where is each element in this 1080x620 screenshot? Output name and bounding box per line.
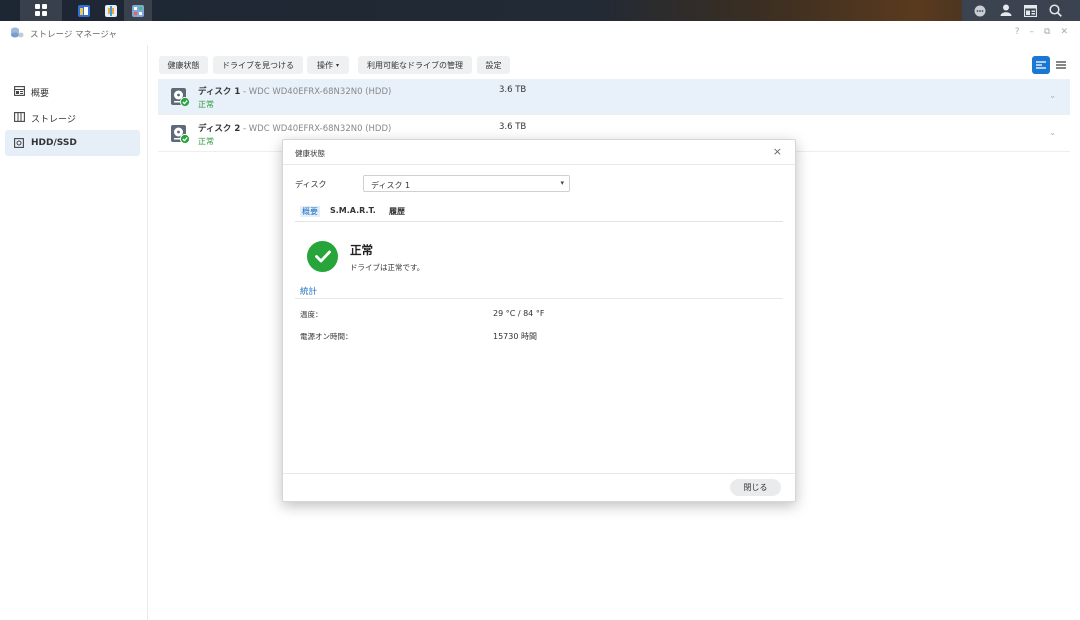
window-title: ストレージ マネージャ: [30, 30, 117, 40]
sidebar-item-storage[interactable]: ストレージ: [5, 104, 140, 130]
window-titlebar[interactable]: ストレージ マネージャ ? – ⧉ ✕: [0, 21, 1080, 45]
disk-model: - WDC WD40EFRX-68N32N0 (HDD): [240, 87, 392, 97]
taskbar-app-storage-manager[interactable]: [124, 0, 152, 21]
taskbar: [0, 0, 1080, 21]
storage-manager-icon: [132, 4, 144, 17]
user-icon[interactable]: [1000, 4, 1012, 16]
sidebar-item-label: 概要: [31, 89, 50, 99]
list-view-icon: [1036, 61, 1046, 69]
list-view-button[interactable]: [1032, 56, 1050, 74]
statistics-section-title: 統計: [300, 287, 318, 297]
health-status-dialog: 健康状態 × ディスク ディスク 1 ▾ 概要 S.M.A.R.T. 履歴 正常…: [282, 139, 796, 502]
window-controls: ? – ⧉ ✕: [1015, 27, 1068, 37]
close-icon[interactable]: ×: [773, 145, 782, 158]
disk-size: 3.6 TB: [499, 122, 527, 132]
storage-manager-app-icon: [11, 27, 24, 38]
sidebar-item-label: HDD/SSD: [31, 138, 77, 148]
disk-name: ディスク 2 - WDC WD40EFRX-68N32N0 (HDD): [198, 122, 391, 134]
disk-select-value: ディスク 1: [371, 181, 411, 190]
disk-select-label: ディスク: [295, 180, 327, 189]
drive-icon: [14, 138, 24, 148]
package-center-icon: [105, 4, 117, 17]
dialog-tabs: 概要 S.M.A.R.T. 履歴: [295, 205, 783, 222]
disk-size: 3.6 TB: [499, 85, 527, 95]
section-divider: [295, 298, 783, 299]
help-button[interactable]: ?: [1015, 27, 1020, 37]
disk-status: 正常: [198, 100, 214, 109]
action-dropdown-button[interactable]: 操作 ▾: [307, 56, 349, 74]
tab-smart[interactable]: S.M.A.R.T.: [330, 206, 376, 215]
disk-label: ディスク 2: [198, 124, 241, 134]
tab-overview[interactable]: 概要: [300, 206, 320, 217]
dialog-title: 健康状態: [295, 149, 325, 158]
action-button-label: 操作: [316, 60, 333, 70]
overview-icon: [14, 86, 25, 96]
file-station-icon: [78, 4, 90, 17]
power-on-hours-value: 15730 時間: [493, 332, 537, 341]
close-window-button[interactable]: ✕: [1060, 27, 1068, 37]
grid-icon: [35, 4, 47, 16]
power-on-hours-label: 電源オン時間：: [300, 332, 353, 341]
temperature-label: 温度：: [300, 310, 323, 319]
search-icon[interactable]: [1049, 4, 1062, 17]
locate-drive-button[interactable]: ドライブを見つける: [213, 56, 303, 74]
health-status-description: ドライブは正常です。: [350, 263, 425, 272]
widgets-icon[interactable]: [1024, 5, 1037, 17]
settings-button[interactable]: 設定: [477, 56, 510, 74]
disk-row-1[interactable]: ディスク 1 - WDC WD40EFRX-68N32N0 (HDD) 正常 3…: [158, 79, 1070, 115]
hdd-icon: [171, 125, 190, 144]
disk-name: ディスク 1 - WDC WD40EFRX-68N32N0 (HDD): [198, 85, 391, 97]
sidebar-item-label: ストレージ: [31, 115, 76, 125]
taskbar-tray: [962, 0, 1080, 21]
temperature-value: 29 °C / 84 °F: [493, 309, 545, 318]
chevron-down-icon: ▾: [560, 179, 564, 187]
tab-history[interactable]: 履歴: [389, 206, 405, 217]
sidebar: 概要 ストレージ HDD/SSD: [0, 45, 148, 620]
close-button[interactable]: 閉じる: [730, 479, 781, 496]
chevron-down-icon: ▾: [335, 61, 339, 69]
chevron-down-icon[interactable]: ⌄: [1049, 91, 1056, 100]
detail-view-button[interactable]: [1052, 56, 1070, 74]
chevron-down-icon[interactable]: ⌄: [1049, 128, 1056, 137]
disk-model: - WDC WD40EFRX-68N32N0 (HDD): [240, 124, 392, 134]
dialog-header[interactable]: 健康状態 ×: [283, 140, 795, 165]
dialog-footer-divider: [283, 473, 795, 474]
disk-select[interactable]: ディスク 1 ▾: [363, 175, 570, 192]
storage-icon: [14, 112, 25, 122]
chat-icon[interactable]: [974, 5, 986, 17]
healthy-status-icon: [307, 241, 338, 272]
disk-label: ディスク 1: [198, 87, 241, 97]
health-status-title: 正常: [350, 243, 373, 257]
taskbar-app-file-station[interactable]: [70, 0, 98, 21]
disk-status: 正常: [198, 137, 214, 146]
checkmark-icon: [314, 250, 331, 263]
minimize-button[interactable]: –: [1030, 27, 1035, 37]
manage-available-drives-button[interactable]: 利用可能なドライブの管理: [358, 56, 472, 74]
sidebar-item-overview[interactable]: 概要: [5, 78, 140, 104]
sidebar-item-hdd-ssd[interactable]: HDD/SSD: [5, 130, 140, 156]
main-menu-button[interactable]: [20, 0, 62, 21]
menu-icon: [1056, 61, 1066, 69]
restore-button[interactable]: ⧉: [1044, 27, 1050, 37]
health-status-button[interactable]: 健康状態: [159, 56, 208, 74]
hdd-icon: [171, 88, 190, 107]
taskbar-app-package-center[interactable]: [97, 0, 125, 21]
